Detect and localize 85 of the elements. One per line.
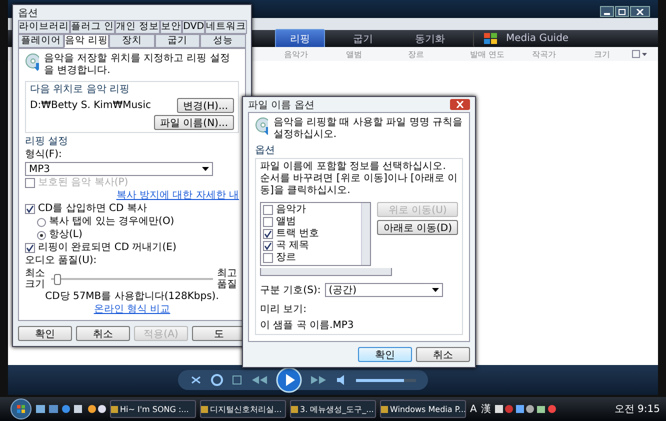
settings-tab[interactable]: 보안	[160, 20, 182, 34]
stop-icon[interactable]	[232, 375, 242, 385]
next-icon[interactable]	[310, 375, 328, 385]
min-size-label: 최소 크기	[25, 268, 46, 290]
quick-launch-icons-drawing[interactable]	[36, 404, 106, 414]
nav-tab[interactable]: 리핑	[275, 28, 325, 48]
copy-protection-link[interactable]: 복사 방지에 대한 자세한 내	[116, 190, 239, 202]
settings-tab[interactable]: 성능	[200, 34, 246, 48]
group-label: 옵션	[255, 145, 276, 157]
quality-label: 오디오 품질(U):	[25, 255, 98, 267]
settings-tab[interactable]: 음악 리핑	[64, 34, 110, 48]
settings-tab[interactable]: 플레이어	[18, 34, 64, 48]
group-label: 다음 위치로 음악 리핑	[30, 84, 131, 96]
change-button[interactable]: 변경(H)...	[177, 98, 234, 113]
preview-text: 이 샘플 곡 이름.MP3	[260, 319, 355, 332]
nav-tab[interactable]: 동기화	[401, 30, 459, 48]
taskbar-button[interactable]: Hi~ I'm SONG :...	[110, 400, 196, 418]
radio-option[interactable]: 항상(L)	[25, 229, 239, 241]
dialog-title: 파일 이름 옵션	[248, 98, 314, 112]
dialog-button[interactable]: 확인	[18, 326, 72, 341]
separator-dropdown[interactable]: (공간)	[324, 283, 443, 297]
settings-tab[interactable]: 굽기	[154, 34, 200, 48]
field-checkbox[interactable]: 트랙 번호	[263, 228, 360, 240]
settings-tab[interactable]: 개인 정보	[115, 20, 160, 34]
checkmark-icon	[26, 244, 34, 252]
tray-icons-drawing[interactable]	[494, 404, 557, 414]
play-button[interactable]	[276, 367, 302, 393]
horizontal-scrollbar[interactable]	[260, 268, 392, 276]
windows-logo-icon	[484, 32, 498, 44]
caret-icon	[432, 288, 439, 292]
maximize-button[interactable]	[615, 6, 629, 17]
dialog-title: 옵션	[18, 6, 38, 20]
checkbox-option[interactable]: 리핑이 완료되면 CD 꺼내기(E)	[25, 242, 239, 254]
radio-option[interactable]: 복사 탭에 있는 경우에만(O)	[25, 216, 239, 228]
language-indicator[interactable]: A	[470, 404, 477, 414]
checkmark-icon	[26, 205, 34, 213]
quality-reading: CD당 57MB를 사용합니다(128Kbps).	[45, 291, 219, 303]
taskbar-button[interactable]: Windows Media P...	[380, 400, 466, 418]
maximize-icon	[618, 8, 626, 14]
format-label: 형식(F):	[25, 149, 63, 161]
checkbox-option[interactable]: CD를 삽입하면 CD 복사	[25, 203, 239, 215]
field-checkbox[interactable]: 곡 제목	[263, 240, 360, 252]
vertical-scrollbar[interactable]	[361, 203, 370, 265]
close-button[interactable]	[630, 6, 650, 17]
repeat-icon[interactable]	[210, 373, 224, 387]
close-icon	[636, 8, 644, 14]
section-label: 리핑 설정	[25, 136, 70, 148]
settings-tab[interactable]: 네트워크	[205, 20, 248, 34]
clock: 오전 9:15	[614, 403, 660, 416]
caret-icon	[202, 167, 209, 171]
settings-tab[interactable]: 플러그 인	[70, 20, 116, 34]
dialog-button[interactable]: 확인	[358, 347, 412, 362]
dialog-button[interactable]: 취소	[76, 326, 130, 341]
file-name-button[interactable]: 파일 이름(N)...	[154, 115, 234, 130]
previous-icon[interactable]	[250, 375, 268, 385]
cd-icon	[255, 117, 268, 135]
language-indicator[interactable]: 漢	[480, 402, 491, 416]
shuffle-icon[interactable]	[190, 374, 202, 386]
instructions-text: 파일 이름에 포함할 정보를 선택하십시오. 순서를 바꾸려면 [위로 이동]이나 [아래로 이동]을 클릭하십시오.	[260, 161, 458, 197]
close-button[interactable]	[450, 99, 470, 110]
settings-tab[interactable]: DVD	[182, 20, 206, 34]
taskbar-button[interactable]: 3. 메뉴생성_도구_...	[290, 400, 376, 418]
view-options-icon[interactable]	[632, 50, 650, 58]
intro-text: 음악을 리핑할 때 사용할 파일 명명 규칙을 설정하십시오.	[273, 117, 463, 141]
dialog-button[interactable]: 취소	[416, 347, 470, 362]
folder-path: D:₩Betty S. Kim₩Music	[30, 100, 152, 111]
intro-text: 음악을 저장할 위치를 지정하고 리핑 설정을 변경합니다.	[44, 53, 231, 77]
compare-formats-link[interactable]: 온라인 형식 비교	[94, 304, 170, 316]
field-checkbox[interactable]: 장르	[263, 252, 360, 264]
settings-tab[interactable]: 장치	[109, 34, 155, 48]
close-icon	[456, 101, 464, 108]
minimize-button[interactable]	[600, 6, 614, 17]
volume-slider[interactable]	[356, 378, 416, 382]
cd-icon	[25, 53, 39, 71]
settings-tab[interactable]: 라이브러리	[18, 20, 70, 34]
format-dropdown[interactable]: MP3	[25, 162, 213, 176]
move-button[interactable]: 아래로 이동(D)	[377, 220, 458, 235]
taskbar-button[interactable]: 디지털신호처리실...	[200, 400, 286, 418]
preview-label: 미리 보기:	[260, 303, 308, 316]
separator-label: 구분 기호(S):	[260, 284, 321, 297]
start-button[interactable]	[10, 398, 32, 420]
field-checkbox[interactable]: 앨범	[263, 216, 360, 228]
field-checkbox[interactable]: 음악가	[263, 204, 360, 216]
nav-tab[interactable]: 굽기	[339, 30, 387, 48]
max-quality-label: 최고 품질	[217, 268, 238, 290]
